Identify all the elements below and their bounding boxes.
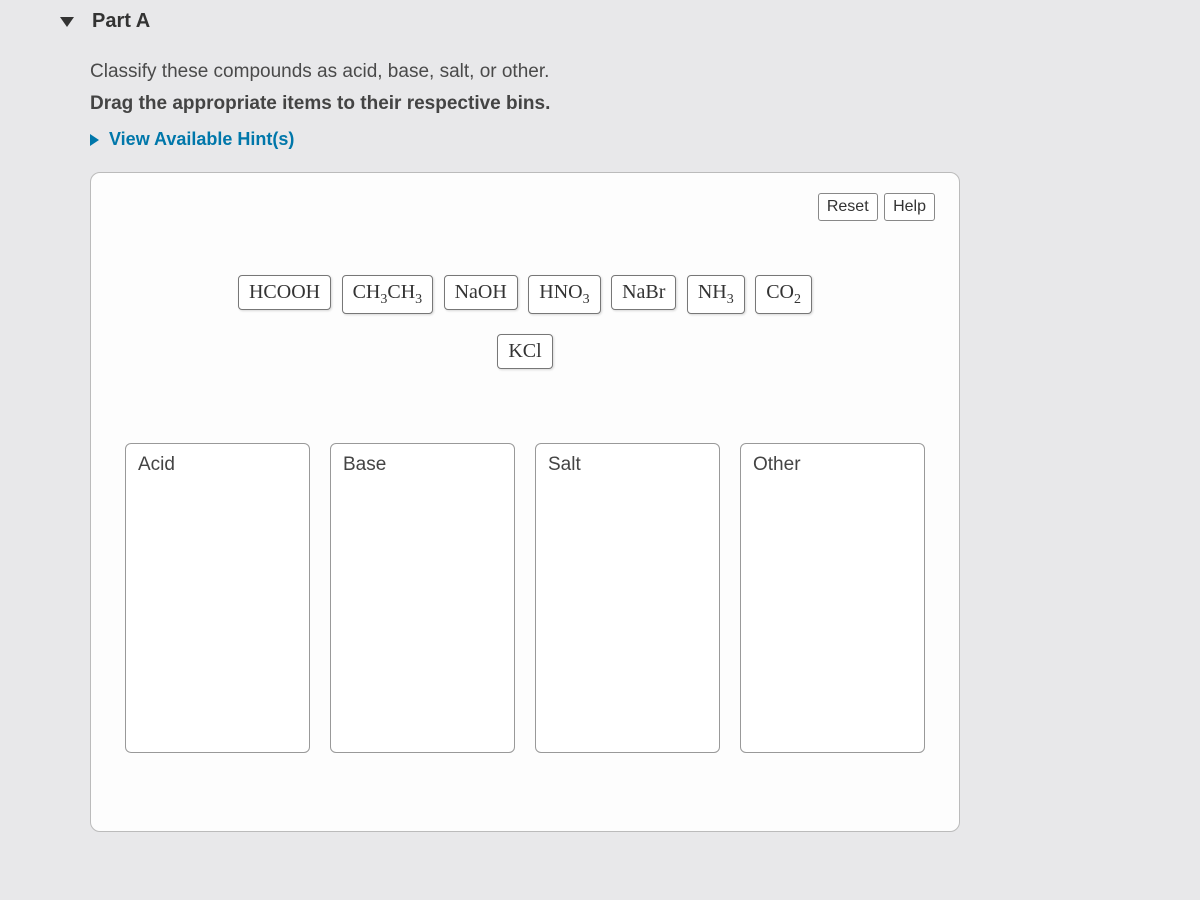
caret-right-icon	[90, 134, 99, 146]
bin-base[interactable]: Base	[330, 443, 515, 753]
part-title: Part A	[92, 10, 150, 33]
bin-acid[interactable]: Acid	[125, 443, 310, 753]
work-area: Reset Help HCOOH CH3CH3 NaOH HNO3 NaBr N…	[90, 172, 960, 832]
bin-salt[interactable]: Salt	[535, 443, 720, 753]
bin-title-base: Base	[343, 454, 502, 476]
part-header[interactable]: Part A	[60, 10, 1180, 33]
bin-title-acid: Acid	[138, 454, 297, 476]
bin-title-salt: Salt	[548, 454, 707, 476]
chip-hno3[interactable]: HNO3	[528, 275, 600, 314]
instruction-text: Drag the appropriate items to their resp…	[90, 93, 1180, 115]
chips-row-2: KCl	[115, 330, 935, 373]
chip-kcl[interactable]: KCl	[497, 334, 552, 369]
chip-hcooh[interactable]: HCOOH	[238, 275, 331, 310]
question-text: Classify these compounds as acid, base, …	[90, 61, 1180, 83]
chip-nh3[interactable]: NH3	[687, 275, 745, 314]
reset-button[interactable]: Reset	[818, 193, 878, 221]
work-area-controls: Reset Help	[115, 193, 935, 221]
help-button[interactable]: Help	[884, 193, 935, 221]
chip-ch3ch3[interactable]: CH3CH3	[342, 275, 434, 314]
chip-naoh[interactable]: NaOH	[444, 275, 518, 310]
caret-down-icon	[60, 17, 74, 27]
chip-nabr[interactable]: NaBr	[611, 275, 676, 310]
hints-label: View Available Hint(s)	[109, 129, 294, 150]
chips-row-1: HCOOH CH3CH3 NaOH HNO3 NaBr NH3 CO2	[115, 271, 935, 318]
chip-co2[interactable]: CO2	[755, 275, 812, 314]
bins-container: Acid Base Salt Other	[115, 443, 935, 753]
hints-toggle[interactable]: View Available Hint(s)	[90, 129, 1180, 150]
bin-other[interactable]: Other	[740, 443, 925, 753]
bin-title-other: Other	[753, 454, 912, 476]
